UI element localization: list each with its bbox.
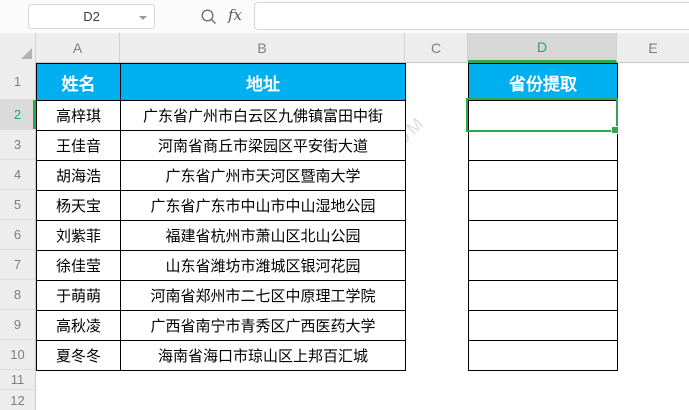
magnifier-icon[interactable]	[200, 8, 218, 26]
row-header-11[interactable]: 11	[0, 370, 35, 390]
row-header-9[interactable]: 9	[0, 310, 35, 340]
formula-toolbar: D2 fx	[0, 0, 689, 33]
header-cell-address[interactable]: 地址	[121, 64, 406, 101]
row-header-6[interactable]: 6	[0, 220, 35, 250]
cell-a3[interactable]: 王佳音	[37, 131, 121, 161]
column-header-b[interactable]: B	[120, 33, 405, 63]
cell-a6[interactable]: 刘紫菲	[37, 221, 121, 251]
row-header-strip: 1 2 3 4 5 6 7 8 9 10 11 12	[0, 63, 36, 410]
cell-d9[interactable]	[469, 311, 618, 341]
chevron-down-icon	[139, 16, 147, 20]
cell-d10[interactable]	[469, 341, 618, 371]
table-row: 刘紫菲 福建省杭州市萧山区北山公园	[37, 221, 406, 251]
cell-b3[interactable]: 河南省商丘市梁园区平安街大道	[121, 131, 406, 161]
cell-a2[interactable]: 高梓琪	[37, 101, 121, 131]
select-all-triangle-icon	[21, 48, 32, 59]
spreadsheet-app: D2 fx A B C D E 1 2 3 4 5 6 7 8 9 10 11 …	[0, 0, 689, 410]
cell-d5[interactable]	[469, 191, 618, 221]
row-header-5[interactable]: 5	[0, 190, 35, 220]
cell-b9[interactable]: 广西省南宁市青秀区广西医药大学	[121, 311, 406, 341]
row-header-1[interactable]: 1	[0, 63, 35, 100]
cell-d7[interactable]	[469, 251, 618, 281]
column-header-e[interactable]: E	[617, 33, 689, 63]
cell-d3[interactable]	[469, 131, 618, 161]
select-all-corner[interactable]	[0, 33, 36, 63]
row-header-10[interactable]: 10	[0, 340, 35, 370]
row-header-12[interactable]: 12	[0, 390, 35, 410]
table-header-row: 省份提取	[469, 64, 618, 101]
table-row: 徐佳莹 山东省潍坊市潍城区银河花园	[37, 251, 406, 281]
table-row: 于萌萌 河南省郑州市二七区中原理工学院	[37, 281, 406, 311]
row-header-8[interactable]: 8	[0, 280, 35, 310]
cell-d2[interactable]	[469, 101, 618, 131]
cell-b5[interactable]: 广东省广东市中山市中山湿地公园	[121, 191, 406, 221]
cell-a5[interactable]: 杨天宝	[37, 191, 121, 221]
cell-b10[interactable]: 海南省海口市琼山区上邦百汇城	[121, 341, 406, 371]
column-header-strip: A B C D E	[0, 33, 689, 63]
header-cell-name[interactable]: 姓名	[37, 64, 121, 101]
cell-b7[interactable]: 山东省潍坊市潍城区银河花园	[121, 251, 406, 281]
cell-b4[interactable]: 广东省广州市天河区暨南大学	[121, 161, 406, 191]
row-header-3[interactable]: 3	[0, 130, 35, 160]
cell-d4[interactable]	[469, 161, 618, 191]
cell-b8[interactable]: 河南省郑州市二七区中原理工学院	[121, 281, 406, 311]
cell-d6[interactable]	[469, 221, 618, 251]
table-row: 夏冬冬 海南省海口市琼山区上邦百汇城	[37, 341, 406, 371]
cell-name-box[interactable]: D2	[28, 4, 155, 29]
province-extract-table: 省份提取	[468, 63, 618, 371]
column-header-d[interactable]: D	[468, 33, 617, 63]
table-row: 胡海浩 广东省广州市天河区暨南大学	[37, 161, 406, 191]
column-header-c[interactable]: C	[405, 33, 468, 63]
table-row: 杨天宝 广东省广东市中山市中山湿地公园	[37, 191, 406, 221]
row-header-7[interactable]: 7	[0, 250, 35, 280]
cell-a8[interactable]: 于萌萌	[37, 281, 121, 311]
cell-a9[interactable]: 高秋凌	[37, 311, 121, 341]
fill-handle[interactable]	[611, 126, 619, 134]
table-row: 高秋凌 广西省南宁市青秀区广西医药大学	[37, 311, 406, 341]
formula-input[interactable]	[254, 2, 689, 30]
column-header-a[interactable]: A	[36, 33, 120, 63]
table-header-row: 姓名 地址	[37, 64, 406, 101]
header-cell-province[interactable]: 省份提取	[469, 64, 618, 101]
table-row: 高梓琪 广东省广州市白云区九佛镇富田中街	[37, 101, 406, 131]
name-address-table: 姓名 地址 高梓琪 广东省广州市白云区九佛镇富田中街 王佳音 河南省商丘市梁园区…	[36, 63, 406, 371]
cell-a10[interactable]: 夏冬冬	[37, 341, 121, 371]
cell-d8[interactable]	[469, 281, 618, 311]
cell-b6[interactable]: 福建省杭州市萧山区北山公园	[121, 221, 406, 251]
cell-b2[interactable]: 广东省广州市白云区九佛镇富田中街	[121, 101, 406, 131]
fx-label: fx	[228, 6, 243, 24]
cell-a4[interactable]: 胡海浩	[37, 161, 121, 191]
row-header-4[interactable]: 4	[0, 160, 35, 190]
cell-reference: D2	[83, 9, 100, 24]
row-header-2[interactable]: 2	[0, 100, 36, 130]
table-row: 王佳音 河南省商丘市梁园区平安街大道	[37, 131, 406, 161]
cell-a7[interactable]: 徐佳莹	[37, 251, 121, 281]
